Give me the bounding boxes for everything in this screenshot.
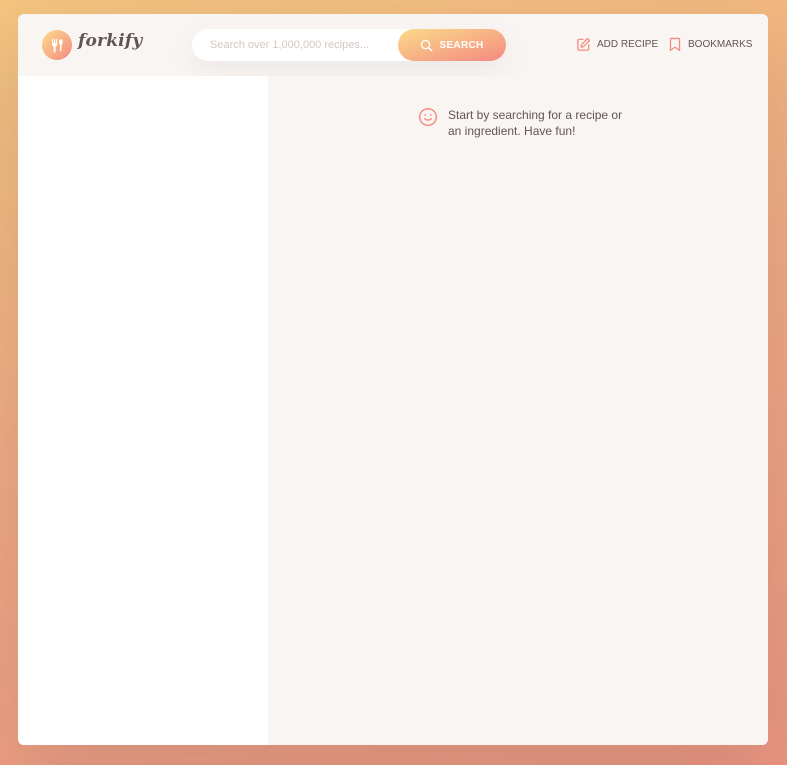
search-input[interactable]	[210, 29, 395, 61]
start-message: Start by searching for a recipe or an in…	[418, 107, 628, 139]
bookmarks-label: BOOKMARKS	[688, 39, 753, 50]
header: forkify SEARCH ADD RECIPE	[18, 14, 768, 76]
start-message-text: Start by searching for a recipe or an in…	[448, 108, 623, 138]
search-button-label: SEARCH	[439, 39, 484, 51]
add-recipe-button[interactable]: ADD RECIPE	[576, 37, 658, 52]
brand-name: forkify	[78, 31, 143, 51]
app-container: forkify SEARCH ADD RECIPE	[18, 14, 768, 745]
add-recipe-label: ADD RECIPE	[597, 39, 659, 50]
search-button[interactable]: SEARCH	[398, 29, 506, 61]
bookmark-icon	[669, 37, 681, 52]
search-icon	[421, 39, 433, 51]
search-results-panel	[18, 76, 268, 745]
search-form: SEARCH	[192, 29, 506, 61]
logo	[42, 30, 72, 60]
recipe-panel: Start by searching for a recipe or an in…	[268, 76, 768, 745]
bookmarks-button[interactable]: BOOKMARKS	[668, 37, 752, 52]
fork-spoon-icon	[52, 39, 63, 53]
edit-icon	[577, 37, 591, 51]
smile-icon	[418, 107, 438, 127]
